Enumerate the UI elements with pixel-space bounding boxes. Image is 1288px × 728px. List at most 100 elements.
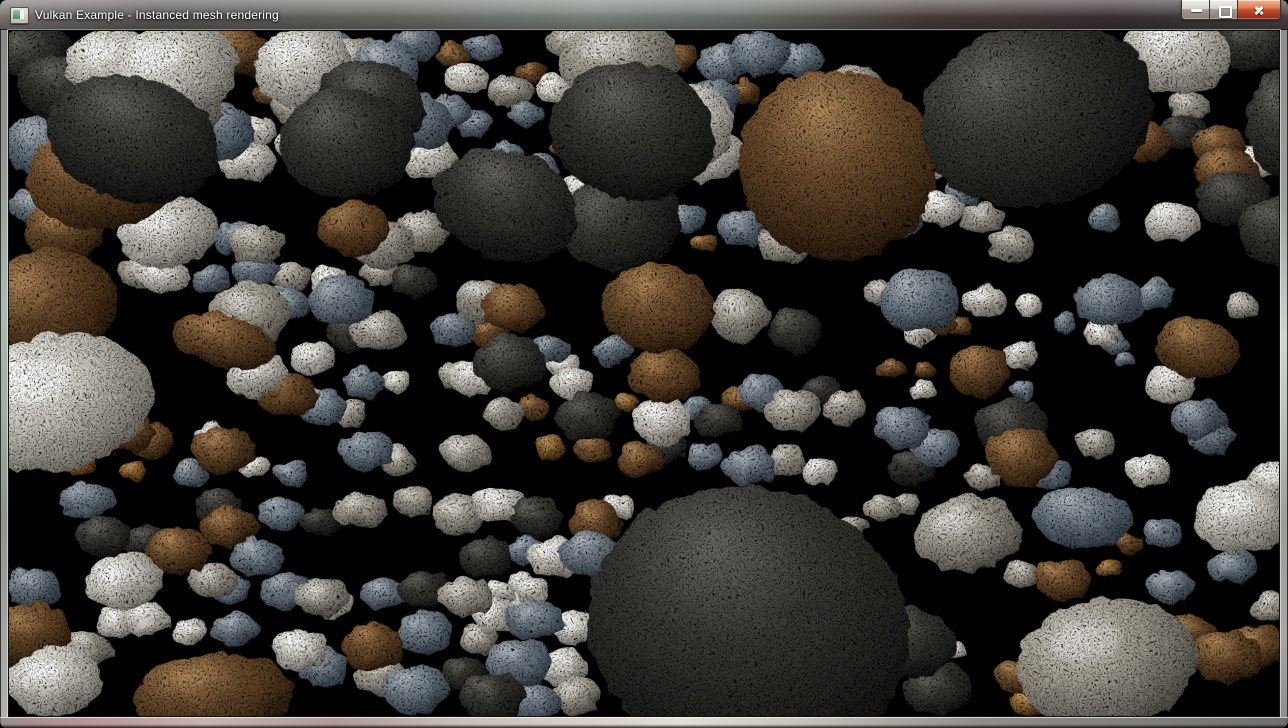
rock bbox=[270, 627, 326, 667]
rock-highlight bbox=[1132, 457, 1151, 466]
rock bbox=[799, 455, 835, 481]
rock-highlight bbox=[280, 634, 303, 645]
rock bbox=[389, 483, 431, 513]
rock bbox=[117, 458, 145, 478]
rock-highlight bbox=[300, 581, 323, 592]
rock-highlight bbox=[642, 401, 666, 415]
rock bbox=[554, 390, 616, 440]
rock bbox=[984, 425, 1054, 485]
app-window-icon bbox=[10, 7, 29, 24]
rock bbox=[1071, 272, 1141, 324]
rock-highlight bbox=[493, 78, 512, 87]
rock bbox=[392, 610, 448, 650]
rock bbox=[1049, 310, 1075, 330]
rock bbox=[56, 479, 112, 517]
rock bbox=[631, 393, 689, 443]
rock bbox=[876, 266, 958, 330]
rock-highlight bbox=[1009, 562, 1023, 569]
app-icon-pane bbox=[13, 10, 20, 19]
rock bbox=[189, 262, 227, 290]
render-viewport[interactable] bbox=[8, 30, 1280, 717]
rock bbox=[1222, 290, 1256, 316]
rock bbox=[290, 574, 346, 614]
rock bbox=[962, 283, 1004, 313]
rock bbox=[820, 388, 866, 422]
rock bbox=[959, 201, 1001, 231]
rock bbox=[455, 535, 511, 575]
rock bbox=[226, 221, 282, 261]
rock bbox=[694, 400, 740, 436]
rock bbox=[306, 272, 370, 324]
rock bbox=[685, 441, 721, 469]
rock bbox=[484, 72, 530, 106]
maximize-button[interactable] bbox=[1209, 0, 1238, 20]
rock bbox=[1012, 292, 1040, 314]
rock-highlight bbox=[520, 579, 534, 586]
rock bbox=[457, 670, 523, 716]
rock-highlight bbox=[397, 488, 415, 496]
app-icon-pane bbox=[20, 10, 24, 19]
rock-highlight bbox=[1229, 295, 1243, 302]
rock bbox=[1072, 425, 1112, 455]
rock bbox=[377, 366, 409, 390]
rock bbox=[1123, 451, 1169, 485]
rock bbox=[379, 663, 445, 711]
rock bbox=[766, 305, 820, 351]
title-bar[interactable]: Vulkan Example - Instanced mesh renderin… bbox=[0, 0, 1288, 30]
rock bbox=[1168, 396, 1224, 436]
rock bbox=[1111, 350, 1133, 366]
minimize-button[interactable] bbox=[1181, 0, 1209, 20]
rock-highlight bbox=[446, 581, 469, 592]
rock bbox=[298, 505, 338, 535]
rock-highlight bbox=[1018, 296, 1030, 302]
rock-highlight bbox=[556, 369, 574, 378]
rock bbox=[872, 404, 928, 446]
rock-highlight bbox=[966, 206, 984, 214]
rock bbox=[1006, 378, 1032, 398]
rock-highlight bbox=[341, 496, 363, 506]
window-frame-left bbox=[0, 30, 8, 717]
rock-highlight bbox=[403, 215, 426, 227]
rock bbox=[462, 31, 498, 57]
rock-highlight bbox=[447, 438, 469, 449]
rock bbox=[340, 619, 400, 669]
rock bbox=[531, 433, 563, 457]
rock bbox=[690, 232, 716, 250]
rock-highlight bbox=[439, 500, 461, 511]
rock bbox=[513, 574, 547, 600]
render-canvas[interactable] bbox=[9, 31, 1279, 716]
rock bbox=[1085, 202, 1119, 228]
rock bbox=[340, 366, 380, 396]
rock-highlight bbox=[1080, 430, 1097, 438]
rock bbox=[274, 459, 308, 483]
rock-highlight bbox=[1153, 368, 1175, 379]
rock-highlight bbox=[464, 628, 480, 636]
app-window: Vulkan Example - Instanced mesh renderin… bbox=[0, 0, 1288, 728]
rock-highlight bbox=[68, 635, 90, 646]
rock-highlight bbox=[130, 606, 149, 615]
rock-highlight bbox=[969, 288, 987, 296]
rock bbox=[1206, 547, 1252, 581]
rock bbox=[1146, 567, 1192, 601]
rock bbox=[1031, 557, 1087, 597]
rock bbox=[614, 441, 660, 475]
close-button[interactable] bbox=[1238, 0, 1281, 20]
rock bbox=[255, 494, 301, 528]
rock bbox=[863, 493, 897, 517]
rock-highlight bbox=[1008, 342, 1024, 350]
rock bbox=[336, 428, 390, 468]
rock-highlight bbox=[559, 616, 578, 625]
rock-highlight bbox=[770, 448, 787, 456]
close-icon bbox=[1253, 4, 1265, 16]
rock-highlight bbox=[177, 621, 192, 629]
rock-highlight bbox=[196, 566, 215, 575]
rock bbox=[73, 515, 129, 555]
rock-highlight bbox=[1257, 595, 1273, 603]
rock-highlight bbox=[101, 610, 118, 618]
rock-highlight bbox=[718, 295, 743, 310]
rock bbox=[331, 490, 383, 526]
rock bbox=[276, 86, 412, 196]
rock bbox=[947, 342, 1009, 394]
rock bbox=[986, 224, 1032, 258]
rock bbox=[480, 396, 520, 426]
